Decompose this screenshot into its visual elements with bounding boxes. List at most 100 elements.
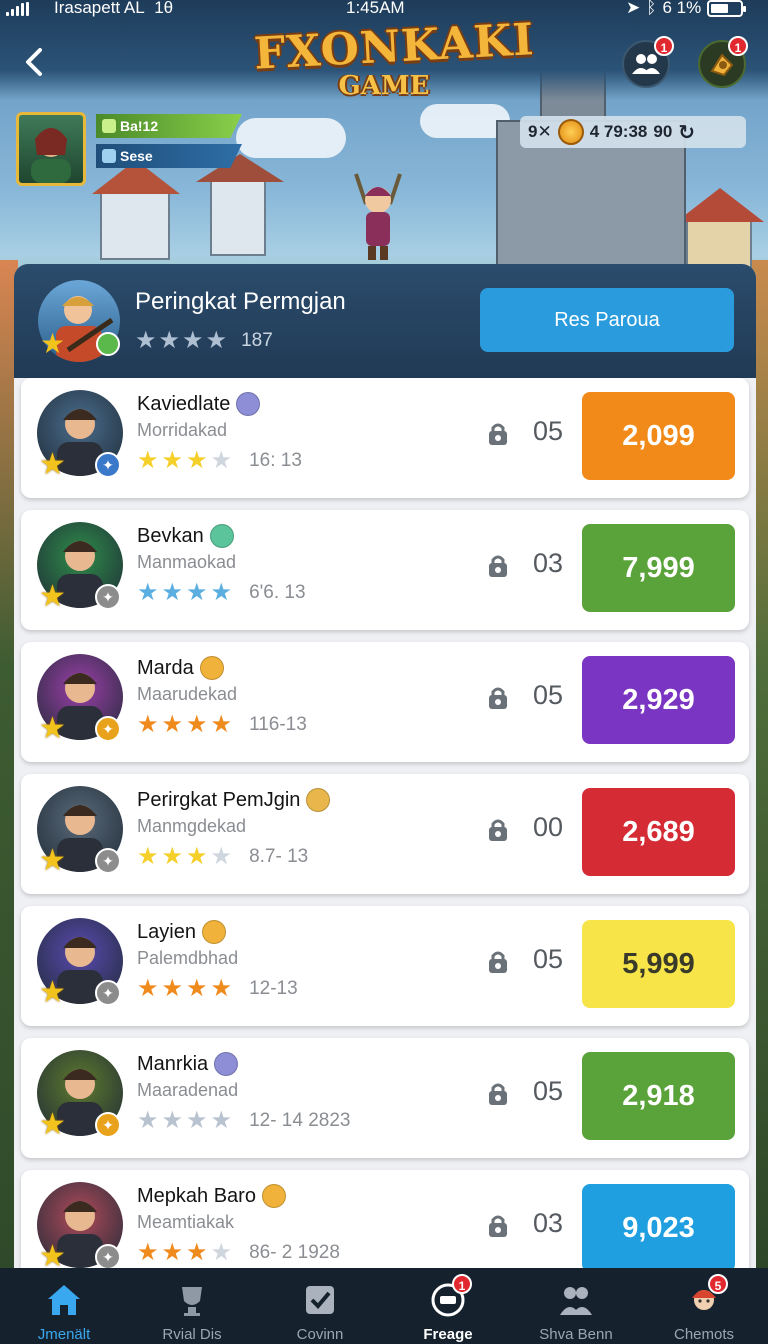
rating-star-icon: ★ (210, 1107, 233, 1134)
rating-star-icon: ★ (186, 975, 208, 1002)
leaderboard-title: Peringkat Permgjan (135, 288, 346, 315)
player-name: Kaviedlate (137, 392, 261, 416)
player-row[interactable]: ★ ✦ Marda Maarudekad ★ ★ ★ ★ 116-13 05 2,92… (21, 642, 749, 762)
rating-star-icon: ★ (137, 447, 159, 474)
player-count: 05 (533, 680, 564, 710)
reset-button[interactable]: Res Paroua (480, 288, 734, 352)
player-rating: ★ ★ ★ ★ 116-13 (137, 710, 307, 739)
player-row[interactable]: ★ ✦ Bevkan Manmaokad ★ ★ ★ ★ 6'6. 13 03 7,9… (21, 510, 749, 630)
leaderboard-rating: ★★★★ 187 (135, 327, 273, 354)
guild-emblem-icon (209, 524, 234, 548)
nav-item-tasks[interactable]: Covinn (256, 1268, 384, 1344)
player-rating: ★ ★ ★ ★ 86- 2 1928 (137, 1238, 340, 1267)
player-row[interactable]: ★ ✦ Layien Palemdbhad ★ ★ ★ ★ 12-13 05 5,99… (21, 906, 749, 1026)
trophy-icon (172, 1280, 212, 1320)
rating-stars-icon: ★★★★ (135, 327, 230, 354)
chat-badge: 1 (452, 1274, 472, 1294)
guild-emblem-icon (306, 788, 331, 812)
player-row[interactable]: ★ ✦ Kaviedlate Morridakad ★ ★ ★ ★ 16: 13 05… (21, 378, 749, 498)
player-score[interactable]: 5,999 (582, 920, 735, 1008)
home-icon (44, 1280, 84, 1320)
checkbox-icon (300, 1280, 340, 1320)
player-subtitle: Morridakad (137, 420, 228, 440)
guild-emblem-icon (199, 656, 224, 680)
nav-item-social[interactable]: Shva Benn (512, 1268, 640, 1344)
nav-item-characters[interactable]: 5 Chemots (640, 1268, 768, 1344)
lock-icon (489, 423, 507, 445)
player-rating: ★ ★ ★ ★ 6'6. 13 (137, 578, 306, 607)
player-score[interactable]: 2,918 (582, 1052, 735, 1140)
role-badge-icon: ✦ (95, 716, 121, 742)
player-score[interactable]: 9,023 (582, 1184, 735, 1272)
rating-star-icon: ★ (161, 1239, 184, 1266)
player-subtitle: Manmaokad (137, 552, 237, 572)
star-badge-icon: ★ (39, 580, 66, 613)
rating-star-icon: ★ (186, 711, 208, 738)
player-count: 05 (533, 944, 564, 974)
guild-emblem-icon (214, 1052, 239, 1076)
player-count: 05 (533, 1076, 564, 1106)
role-badge-icon: ✦ (95, 584, 121, 610)
guild-emblem-icon (261, 1184, 286, 1208)
nav-item-home[interactable]: Jmenält (0, 1268, 128, 1344)
level-tag: Ba!12 (96, 114, 242, 138)
player-score[interactable]: 2,929 (582, 656, 735, 744)
star-badge-icon: ★ (39, 844, 66, 877)
bottom-nav: Jmenält Rvial Dis Covinn 1 Freage Shva B… (0, 1268, 768, 1344)
player-meta: 86- 2 1928 (249, 1241, 340, 1263)
leaderboard-header: ★ Peringkat Permgjan ★★★★ 187 Res Paroua (14, 264, 756, 378)
player-meta: 12-13 (249, 977, 298, 999)
player-score[interactable]: 2,689 (582, 788, 735, 876)
player-count: 03 (533, 548, 564, 578)
player-score[interactable]: 2,099 (582, 392, 735, 480)
player-subtitle: Palemdbhad (137, 948, 239, 968)
player-rating: ★ ★ ★ ★ 12- 14 2823 (137, 1106, 350, 1135)
player-row[interactable]: ★ ✦ Perirgkat PemJgin Manmgdekad ★ ★ ★ ★ 8.… (21, 774, 749, 894)
rating-star-icon: ★ (210, 579, 233, 606)
player-rating: ★ ★ ★ ★ 16: 13 (137, 446, 302, 475)
player-score[interactable]: 7,999 (582, 524, 735, 612)
player-name: Marda (137, 656, 224, 680)
player-portrait[interactable] (16, 112, 86, 186)
rating-star-icon: ★ (186, 579, 208, 606)
back-arrow-icon[interactable] (18, 44, 52, 80)
lock-icon (489, 687, 507, 709)
rating-star-icon: ★ (161, 579, 184, 606)
player-name: Layien (137, 920, 226, 944)
player-subtitle: Meamtiakak (137, 1212, 235, 1232)
player-avatar-icon (31, 128, 71, 183)
rank-tag: Sese (96, 144, 242, 168)
currency-display: 9✕ 4 79:38 90 ↻ (520, 116, 746, 148)
player-count: 03 (533, 1208, 564, 1238)
people-icon (556, 1280, 596, 1320)
lock-icon (489, 819, 507, 841)
role-badge-icon: ✦ (95, 1112, 121, 1138)
info-icon (102, 149, 116, 163)
coin-icon (557, 119, 584, 145)
leaderboard-panel: ★ Peringkat Permgjan ★★★★ 187 Res Paroua… (14, 264, 756, 1274)
player-row[interactable]: ★ ✦ Mepkah Baro Meamtiakak ★ ★ ★ ★ 86- 2 19… (21, 1170, 749, 1274)
rating-star-icon: ★ (137, 711, 159, 738)
nav-item-rivals[interactable]: Rvial Dis (128, 1268, 256, 1344)
rating-star-icon: ★ (137, 975, 159, 1002)
player-count: 05 (533, 416, 564, 446)
gifts-button[interactable]: 1 (698, 36, 748, 88)
friends-button[interactable]: 1 (622, 36, 674, 88)
role-badge-icon: ✦ (95, 848, 121, 874)
gift-icon (710, 53, 734, 77)
player-row[interactable]: ★ ✦ Manrkia Maaradenad ★ ★ ★ ★ 12- 14 2823 … (21, 1038, 749, 1158)
characters-badge: 5 (708, 1274, 728, 1294)
rating-star-icon: ★ (137, 1107, 159, 1134)
player-subtitle: Maaradenad (137, 1080, 239, 1100)
role-badge-icon: ✦ (95, 980, 121, 1006)
rating-star-icon: ★ (210, 1239, 233, 1266)
refresh-icon[interactable]: ↻ (678, 120, 695, 145)
game-logo: FXONKAKI GAME (252, 14, 536, 101)
nav-item-chat[interactable]: 1 Freage (384, 1268, 512, 1344)
player-meta: 12- 14 2823 (249, 1109, 351, 1131)
guild-emblem-icon (236, 392, 261, 416)
friends-icon (632, 54, 660, 74)
rating-star-icon: ★ (186, 1107, 208, 1134)
rating-star-icon: ★ (161, 975, 184, 1002)
star-badge-icon: ★ (39, 712, 66, 745)
